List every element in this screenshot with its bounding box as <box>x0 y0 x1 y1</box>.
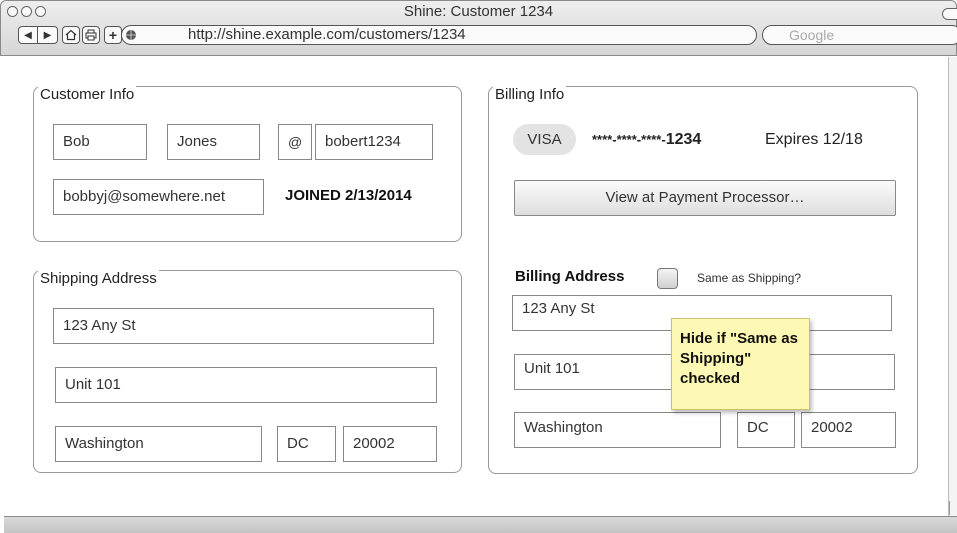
shipping-city-field[interactable]: Washington <box>55 426 262 462</box>
shipping-unit-field[interactable]: Unit 101 <box>55 367 437 403</box>
search-placeholder: Google <box>789 27 835 43</box>
url-text: http://shine.example.com/customers/1234 <box>188 26 466 43</box>
card-number: ****-****-****-1234 <box>592 131 701 149</box>
vertical-scrollbar[interactable] <box>948 57 957 517</box>
billing-zip-field[interactable]: 20002 <box>801 412 896 448</box>
resize-grip-icon[interactable] <box>949 501 956 515</box>
home-button[interactable] <box>62 26 80 44</box>
window-title: Shine: Customer 1234 <box>403 3 554 20</box>
back-button[interactable]: ◀ <box>19 27 38 43</box>
card-expiry: Expires 12/18 <box>765 131 863 148</box>
email-field[interactable]: bobbyj@somewhere.net <box>53 179 264 215</box>
shipping-address-title: Shipping Address <box>38 270 159 287</box>
shipping-zip-field[interactable]: 20002 <box>343 426 437 462</box>
toolbar-toggle-button[interactable] <box>942 8 957 20</box>
customer-info-title: Customer Info <box>38 86 137 103</box>
annotation-sticky-note: Hide if "Same as Shipping" checked <box>671 318 810 410</box>
status-bar <box>4 516 957 533</box>
view-payment-processor-button[interactable]: View at Payment Processor… <box>514 180 896 216</box>
print-icon <box>85 29 97 41</box>
search-field[interactable]: Google <box>762 25 957 45</box>
card-mask: ****-****-****- <box>592 132 666 147</box>
billing-state-field[interactable]: DC <box>737 412 795 448</box>
forward-button[interactable]: ▶ <box>38 27 57 43</box>
shipping-state-field[interactable]: DC <box>277 426 336 462</box>
username-field[interactable]: bobert1234 <box>315 124 433 160</box>
print-button[interactable] <box>82 26 100 44</box>
joined-date: JOINED 2/13/2014 <box>285 187 412 204</box>
first-name-field[interactable]: Bob <box>53 124 147 160</box>
same-as-shipping-label: Same as Shipping? <box>697 271 802 285</box>
customer-info-panel: Customer Info <box>33 86 462 242</box>
shipping-street-field[interactable]: 123 Any St <box>53 308 434 344</box>
billing-city-field[interactable]: Washington <box>514 412 721 448</box>
home-icon <box>65 29 77 41</box>
same-as-shipping-checkbox[interactable] <box>657 268 678 289</box>
card-brand-badge: VISA <box>513 124 576 155</box>
add-tab-button[interactable]: + <box>104 26 122 44</box>
card-last4: 1234 <box>665 131 702 148</box>
billing-info-title: Billing Info <box>493 86 567 103</box>
last-name-field[interactable]: Jones <box>167 124 260 160</box>
at-symbol-label: @ <box>278 124 312 160</box>
globe-icon <box>126 30 136 40</box>
history-nav: ◀ ▶ <box>18 26 58 44</box>
billing-address-label: Billing Address <box>515 268 625 285</box>
